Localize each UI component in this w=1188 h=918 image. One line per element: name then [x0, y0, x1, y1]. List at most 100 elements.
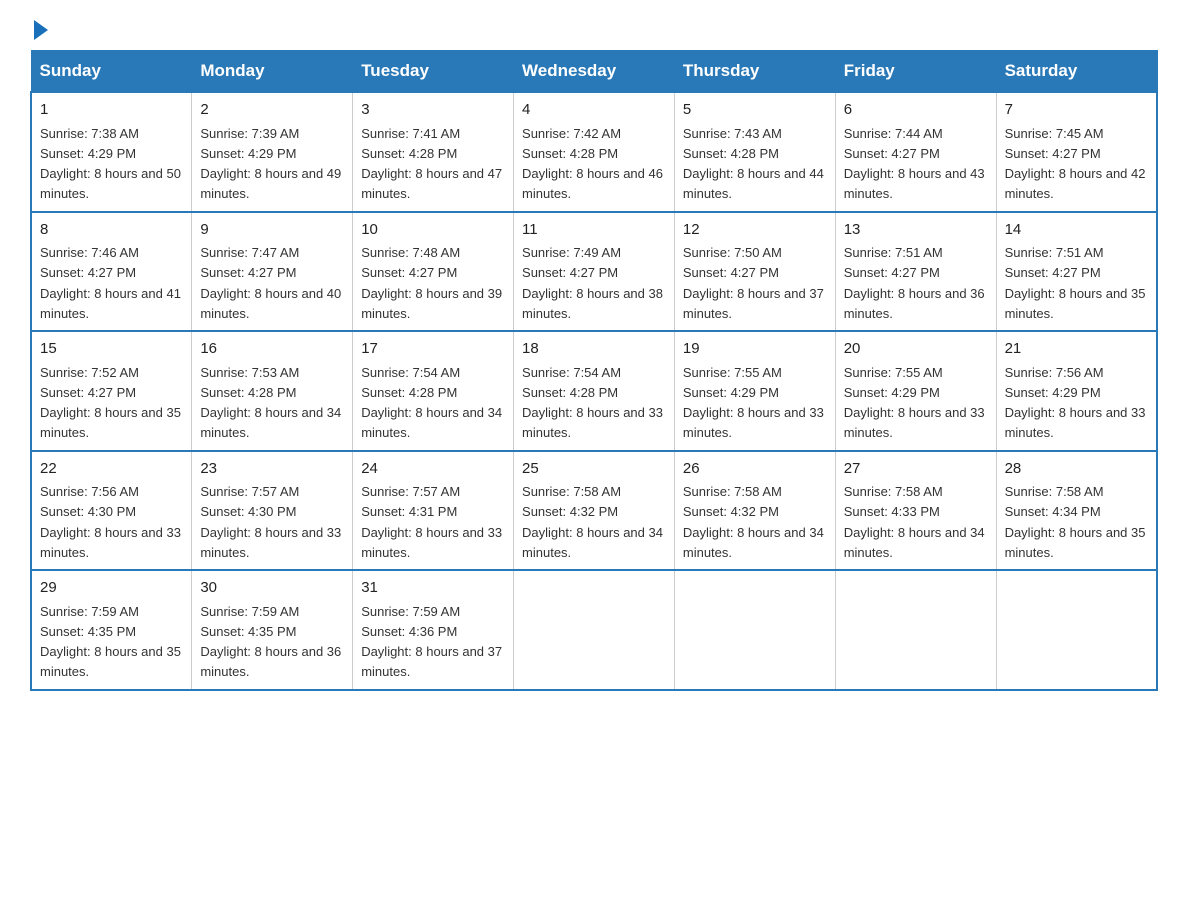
calendar-cell: 9 Sunrise: 7:47 AMSunset: 4:27 PMDaylight…	[192, 212, 353, 332]
calendar-cell: 15 Sunrise: 7:52 AMSunset: 4:27 PMDayligh…	[31, 331, 192, 451]
calendar-cell: 4 Sunrise: 7:42 AMSunset: 4:28 PMDaylight…	[514, 92, 675, 212]
day-number: 17	[361, 338, 505, 361]
day-info: Sunrise: 7:46 AMSunset: 4:27 PMDaylight:…	[40, 245, 181, 321]
calendar-cell: 12 Sunrise: 7:50 AMSunset: 4:27 PMDayligh…	[674, 212, 835, 332]
day-info: Sunrise: 7:50 AMSunset: 4:27 PMDaylight:…	[683, 245, 824, 321]
day-info: Sunrise: 7:57 AMSunset: 4:30 PMDaylight:…	[200, 484, 341, 560]
day-number: 16	[200, 338, 344, 361]
day-info: Sunrise: 7:49 AMSunset: 4:27 PMDaylight:…	[522, 245, 663, 321]
day-number: 8	[40, 219, 183, 242]
calendar-cell	[835, 570, 996, 690]
calendar-header-monday: Monday	[192, 51, 353, 93]
calendar-cell: 11Sunrise: 7:49 AMSunset: 4:27 PMDayligh…	[514, 212, 675, 332]
day-number: 12	[683, 219, 827, 242]
day-info: Sunrise: 7:39 AMSunset: 4:29 PMDaylight:…	[200, 126, 341, 202]
calendar-cell: 24 Sunrise: 7:57 AMSunset: 4:31 PMDayligh…	[353, 451, 514, 571]
calendar-cell: 6 Sunrise: 7:44 AMSunset: 4:27 PMDaylight…	[835, 92, 996, 212]
day-number: 20	[844, 338, 988, 361]
day-number: 6	[844, 99, 988, 122]
calendar-cell: 20 Sunrise: 7:55 AMSunset: 4:29 PMDayligh…	[835, 331, 996, 451]
calendar-cell: 10 Sunrise: 7:48 AMSunset: 4:27 PMDayligh…	[353, 212, 514, 332]
day-number: 28	[1005, 458, 1148, 481]
day-number: 22	[40, 458, 183, 481]
day-number: 3	[361, 99, 505, 122]
day-number: 14	[1005, 219, 1148, 242]
day-info: Sunrise: 7:53 AMSunset: 4:28 PMDaylight:…	[200, 365, 341, 441]
calendar-cell: 31 Sunrise: 7:59 AMSunset: 4:36 PMDayligh…	[353, 570, 514, 690]
day-number: 29	[40, 577, 183, 600]
day-number: 9	[200, 219, 344, 242]
calendar-cell: 21 Sunrise: 7:56 AMSunset: 4:29 PMDayligh…	[996, 331, 1157, 451]
calendar-header-sunday: Sunday	[31, 51, 192, 93]
day-number: 1	[40, 99, 183, 122]
day-info: Sunrise: 7:42 AMSunset: 4:28 PMDaylight:…	[522, 126, 663, 202]
calendar-week-row: 1 Sunrise: 7:38 AMSunset: 4:29 PMDaylight…	[31, 92, 1157, 212]
calendar-cell: 7Sunrise: 7:45 AMSunset: 4:27 PMDaylight…	[996, 92, 1157, 212]
calendar-cell: 28 Sunrise: 7:58 AMSunset: 4:34 PMDayligh…	[996, 451, 1157, 571]
day-info: Sunrise: 7:59 AMSunset: 4:35 PMDaylight:…	[40, 604, 181, 680]
calendar-header-row: SundayMondayTuesdayWednesdayThursdayFrid…	[31, 51, 1157, 93]
calendar-cell: 8 Sunrise: 7:46 AMSunset: 4:27 PMDaylight…	[31, 212, 192, 332]
day-info: Sunrise: 7:43 AMSunset: 4:28 PMDaylight:…	[683, 126, 824, 202]
day-number: 21	[1005, 338, 1148, 361]
calendar-cell: 27 Sunrise: 7:58 AMSunset: 4:33 PMDayligh…	[835, 451, 996, 571]
day-info: Sunrise: 7:48 AMSunset: 4:27 PMDaylight:…	[361, 245, 502, 321]
day-number: 13	[844, 219, 988, 242]
day-info: Sunrise: 7:47 AMSunset: 4:27 PMDaylight:…	[200, 245, 341, 321]
day-number: 31	[361, 577, 505, 600]
calendar-week-row: 29 Sunrise: 7:59 AMSunset: 4:35 PMDayligh…	[31, 570, 1157, 690]
calendar-week-row: 15 Sunrise: 7:52 AMSunset: 4:27 PMDayligh…	[31, 331, 1157, 451]
day-number: 18	[522, 338, 666, 361]
day-info: Sunrise: 7:56 AMSunset: 4:29 PMDaylight:…	[1005, 365, 1146, 441]
day-info: Sunrise: 7:56 AMSunset: 4:30 PMDaylight:…	[40, 484, 181, 560]
logo	[30, 20, 48, 40]
day-info: Sunrise: 7:58 AMSunset: 4:34 PMDaylight:…	[1005, 484, 1146, 560]
day-number: 24	[361, 458, 505, 481]
calendar-cell: 29 Sunrise: 7:59 AMSunset: 4:35 PMDayligh…	[31, 570, 192, 690]
day-info: Sunrise: 7:54 AMSunset: 4:28 PMDaylight:…	[361, 365, 502, 441]
calendar-cell: 1 Sunrise: 7:38 AMSunset: 4:29 PMDaylight…	[31, 92, 192, 212]
calendar-header-saturday: Saturday	[996, 51, 1157, 93]
day-info: Sunrise: 7:38 AMSunset: 4:29 PMDaylight:…	[40, 126, 181, 202]
day-number: 10	[361, 219, 505, 242]
calendar-header-wednesday: Wednesday	[514, 51, 675, 93]
day-number: 23	[200, 458, 344, 481]
day-info: Sunrise: 7:55 AMSunset: 4:29 PMDaylight:…	[683, 365, 824, 441]
day-number: 25	[522, 458, 666, 481]
day-number: 7	[1005, 99, 1148, 122]
day-info: Sunrise: 7:59 AMSunset: 4:35 PMDaylight:…	[200, 604, 341, 680]
day-number: 4	[522, 99, 666, 122]
calendar-header-tuesday: Tuesday	[353, 51, 514, 93]
day-number: 2	[200, 99, 344, 122]
day-info: Sunrise: 7:51 AMSunset: 4:27 PMDaylight:…	[844, 245, 985, 321]
calendar-header-friday: Friday	[835, 51, 996, 93]
calendar-cell: 16 Sunrise: 7:53 AMSunset: 4:28 PMDayligh…	[192, 331, 353, 451]
calendar-cell	[674, 570, 835, 690]
calendar-header-thursday: Thursday	[674, 51, 835, 93]
calendar-cell: 23 Sunrise: 7:57 AMSunset: 4:30 PMDayligh…	[192, 451, 353, 571]
calendar-cell: 2 Sunrise: 7:39 AMSunset: 4:29 PMDaylight…	[192, 92, 353, 212]
calendar-cell: 19Sunrise: 7:55 AMSunset: 4:29 PMDayligh…	[674, 331, 835, 451]
calendar-week-row: 8 Sunrise: 7:46 AMSunset: 4:27 PMDaylight…	[31, 212, 1157, 332]
calendar-cell: 5Sunrise: 7:43 AMSunset: 4:28 PMDaylight…	[674, 92, 835, 212]
day-number: 15	[40, 338, 183, 361]
day-info: Sunrise: 7:58 AMSunset: 4:33 PMDaylight:…	[844, 484, 985, 560]
day-number: 30	[200, 577, 344, 600]
calendar-cell: 30 Sunrise: 7:59 AMSunset: 4:35 PMDayligh…	[192, 570, 353, 690]
calendar-cell: 14Sunrise: 7:51 AMSunset: 4:27 PMDayligh…	[996, 212, 1157, 332]
day-info: Sunrise: 7:58 AMSunset: 4:32 PMDaylight:…	[683, 484, 824, 560]
day-info: Sunrise: 7:52 AMSunset: 4:27 PMDaylight:…	[40, 365, 181, 441]
day-info: Sunrise: 7:55 AMSunset: 4:29 PMDaylight:…	[844, 365, 985, 441]
day-info: Sunrise: 7:41 AMSunset: 4:28 PMDaylight:…	[361, 126, 502, 202]
day-info: Sunrise: 7:57 AMSunset: 4:31 PMDaylight:…	[361, 484, 502, 560]
calendar-table: SundayMondayTuesdayWednesdayThursdayFrid…	[30, 50, 1158, 691]
day-info: Sunrise: 7:44 AMSunset: 4:27 PMDaylight:…	[844, 126, 985, 202]
day-info: Sunrise: 7:59 AMSunset: 4:36 PMDaylight:…	[361, 604, 502, 680]
calendar-cell: 18Sunrise: 7:54 AMSunset: 4:28 PMDayligh…	[514, 331, 675, 451]
logo-blue-text	[30, 20, 48, 40]
logo-triangle-icon	[34, 20, 48, 40]
page-header	[30, 20, 1158, 40]
day-number: 27	[844, 458, 988, 481]
calendar-cell	[996, 570, 1157, 690]
calendar-cell: 13 Sunrise: 7:51 AMSunset: 4:27 PMDayligh…	[835, 212, 996, 332]
